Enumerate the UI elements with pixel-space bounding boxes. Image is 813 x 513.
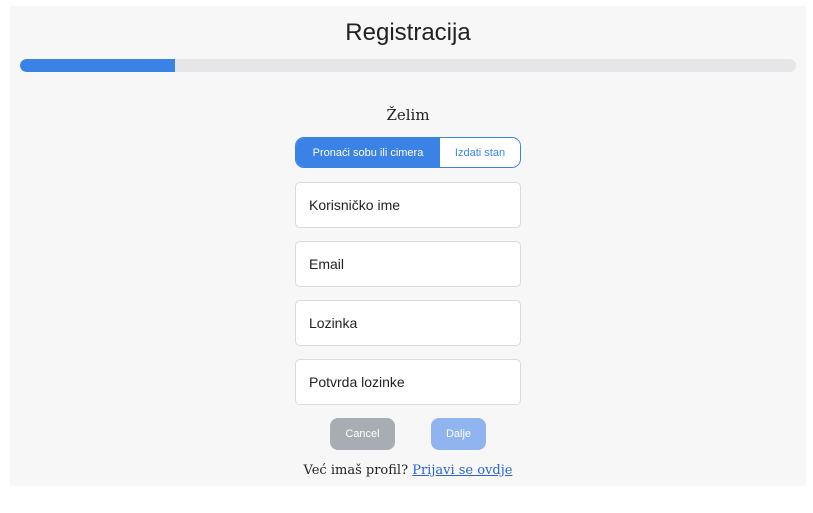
progress-bar-fill — [20, 59, 176, 72]
email-field[interactable] — [295, 241, 521, 287]
toggle-rent-out-button[interactable]: Izdati stan — [440, 138, 520, 167]
progress-bar — [20, 59, 796, 72]
confirm-password-field[interactable] — [295, 359, 521, 405]
role-toggle: Pronaći sobu ili cimera Izdati stan — [295, 137, 521, 168]
password-field[interactable] — [295, 300, 521, 346]
login-link[interactable]: Prijavi se ovdje — [412, 463, 512, 478]
cancel-button[interactable]: Cancel — [330, 418, 395, 450]
login-prompt-text: Već imaš profil? — [303, 463, 409, 478]
next-button[interactable]: Dalje — [431, 418, 486, 450]
page-title: Registracija — [345, 19, 471, 46]
registration-page: Registracija Želim Pronaći sobu ili cime… — [10, 6, 806, 486]
want-label: Želim — [386, 106, 430, 124]
toggle-find-room-button[interactable]: Pronaći sobu ili cimera — [296, 138, 440, 167]
login-prompt: Već imaš profil? Prijavi se ovdje — [10, 463, 806, 478]
username-field[interactable] — [295, 182, 521, 228]
